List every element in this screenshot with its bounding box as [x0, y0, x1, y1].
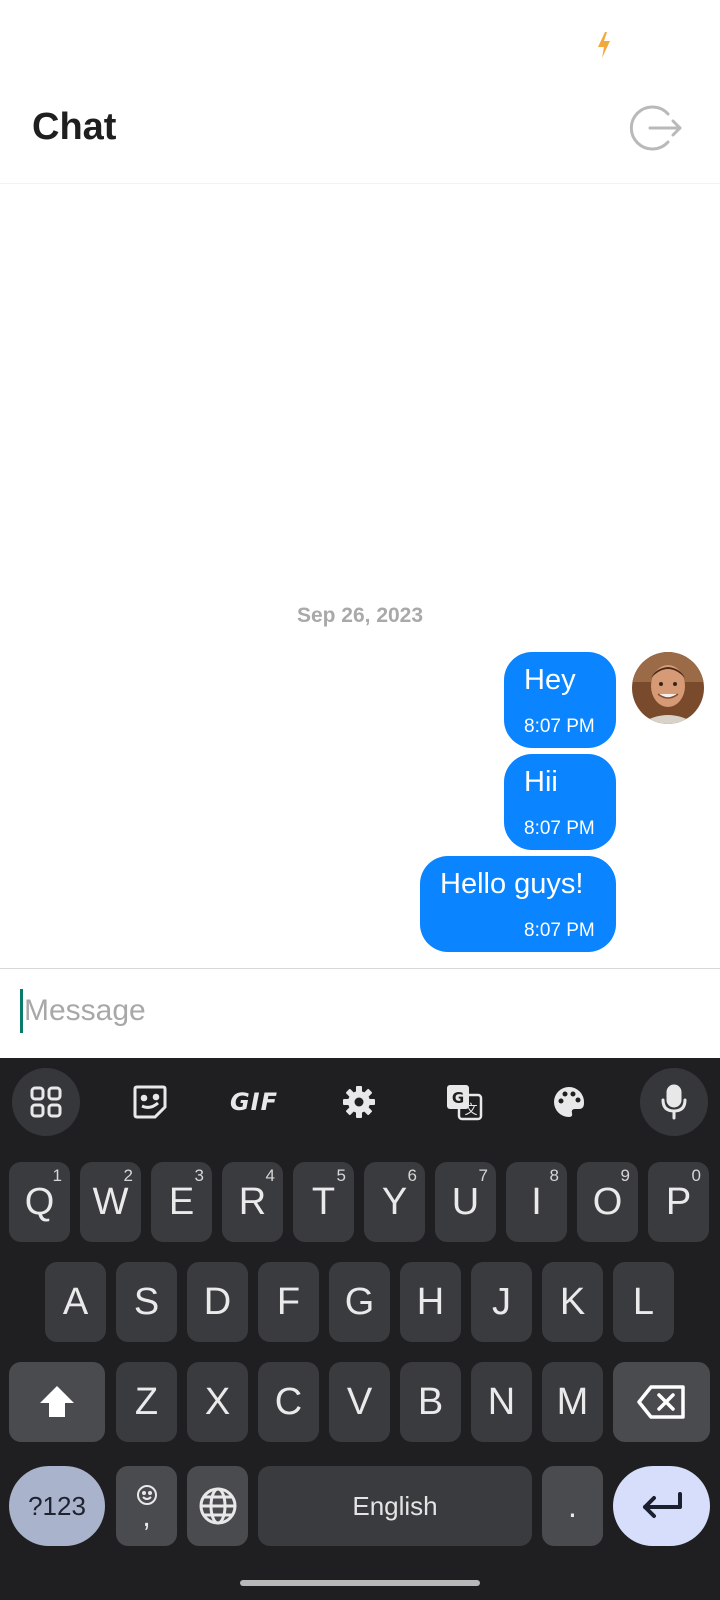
- key-w[interactable]: W2: [80, 1162, 141, 1242]
- space-key[interactable]: English: [258, 1466, 532, 1546]
- key-r[interactable]: R4: [222, 1162, 283, 1242]
- gif-label: GIF: [229, 1088, 279, 1116]
- soft-keyboard: GIF G 文 Q 1 W 2 E 3 R 4 T 5 Y 6 U 7 I 8 …: [0, 1058, 720, 1600]
- key-m[interactable]: M: [542, 1362, 603, 1442]
- key-x[interactable]: X: [187, 1362, 248, 1442]
- mic-icon[interactable]: [640, 1068, 708, 1136]
- gesture-nav-bar[interactable]: [240, 1580, 480, 1586]
- period-key[interactable]: .: [542, 1466, 603, 1546]
- emoji-comma-key[interactable]: ,: [116, 1466, 177, 1546]
- key-f[interactable]: F: [258, 1262, 319, 1342]
- gif-button[interactable]: GIF: [220, 1068, 288, 1136]
- key-b[interactable]: B: [400, 1362, 461, 1442]
- status-bar: [0, 0, 720, 80]
- page-title: Chat: [32, 106, 117, 148]
- enter-icon: [642, 1492, 682, 1518]
- avatar[interactable]: [632, 652, 704, 724]
- message-bubble[interactable]: Hey 8:07 PM: [504, 652, 616, 748]
- message-text: Hello guys!: [440, 868, 584, 900]
- enter-key[interactable]: [613, 1466, 710, 1546]
- key-v[interactable]: V: [329, 1362, 390, 1442]
- period-label: .: [568, 1487, 577, 1524]
- key-k[interactable]: K: [542, 1262, 603, 1342]
- key-c[interactable]: C: [258, 1362, 319, 1442]
- key-d[interactable]: D: [187, 1262, 248, 1342]
- key-y[interactable]: Y6: [364, 1162, 425, 1242]
- key-z[interactable]: Z: [116, 1362, 177, 1442]
- key-s[interactable]: S: [116, 1262, 177, 1342]
- shift-icon: [40, 1386, 74, 1417]
- globe-icon: [199, 1487, 236, 1525]
- app-header: Chat: [0, 80, 720, 184]
- key-n[interactable]: N: [471, 1362, 532, 1442]
- gear-icon[interactable]: [325, 1068, 393, 1136]
- date-separator: Sep 26, 2023: [296, 604, 424, 627]
- svg-text:文: 文: [464, 1103, 477, 1118]
- key-i[interactable]: I8: [506, 1162, 567, 1242]
- text-cursor: [20, 989, 23, 1033]
- message-bubble[interactable]: Hii 8:07 PM: [504, 754, 616, 850]
- key-t[interactable]: T5: [293, 1162, 354, 1242]
- key-j[interactable]: J: [471, 1262, 532, 1342]
- message-composer: [0, 968, 720, 1058]
- message-input[interactable]: [20, 987, 700, 1035]
- message-text: Hey: [524, 664, 576, 696]
- key-q[interactable]: Q1: [9, 1162, 70, 1242]
- backspace-icon: [636, 1385, 685, 1419]
- apps-grid-icon[interactable]: [12, 1068, 80, 1136]
- key-g[interactable]: G: [329, 1262, 390, 1342]
- message-list[interactable]: Sep 26, 2023 Hey 8:07 PM Hii 8:07 PM Hel…: [0, 184, 720, 968]
- key-p[interactable]: P0: [648, 1162, 709, 1242]
- message-bubble[interactable]: Hello guys! 8:07 PM: [420, 856, 616, 952]
- svg-text:G: G: [452, 1089, 464, 1107]
- message-time: 8:07 PM: [524, 818, 595, 839]
- message-time: 8:07 PM: [524, 920, 595, 941]
- message-time: 8:07 PM: [524, 716, 595, 737]
- translate-icon[interactable]: G 文: [430, 1068, 498, 1136]
- palette-icon[interactable]: [535, 1068, 603, 1136]
- message-text: Hii: [524, 766, 558, 798]
- sticker-icon[interactable]: [116, 1068, 184, 1136]
- shift-key[interactable]: [9, 1362, 105, 1442]
- key-l[interactable]: L: [613, 1262, 674, 1342]
- symbols-label: ?123: [28, 1490, 86, 1521]
- key-e[interactable]: E3: [151, 1162, 212, 1242]
- comma-label: ,: [142, 1500, 151, 1533]
- logout-icon[interactable]: [628, 100, 684, 156]
- key-a[interactable]: A: [45, 1262, 106, 1342]
- key-o[interactable]: O9: [577, 1162, 638, 1242]
- language-key[interactable]: [187, 1466, 248, 1546]
- backspace-key[interactable]: [613, 1362, 710, 1442]
- key-u[interactable]: U7: [435, 1162, 496, 1242]
- flash-icon: [598, 32, 610, 58]
- key-h[interactable]: H: [400, 1262, 461, 1342]
- space-label: English: [352, 1490, 438, 1521]
- symbols-key[interactable]: ?123: [9, 1466, 105, 1546]
